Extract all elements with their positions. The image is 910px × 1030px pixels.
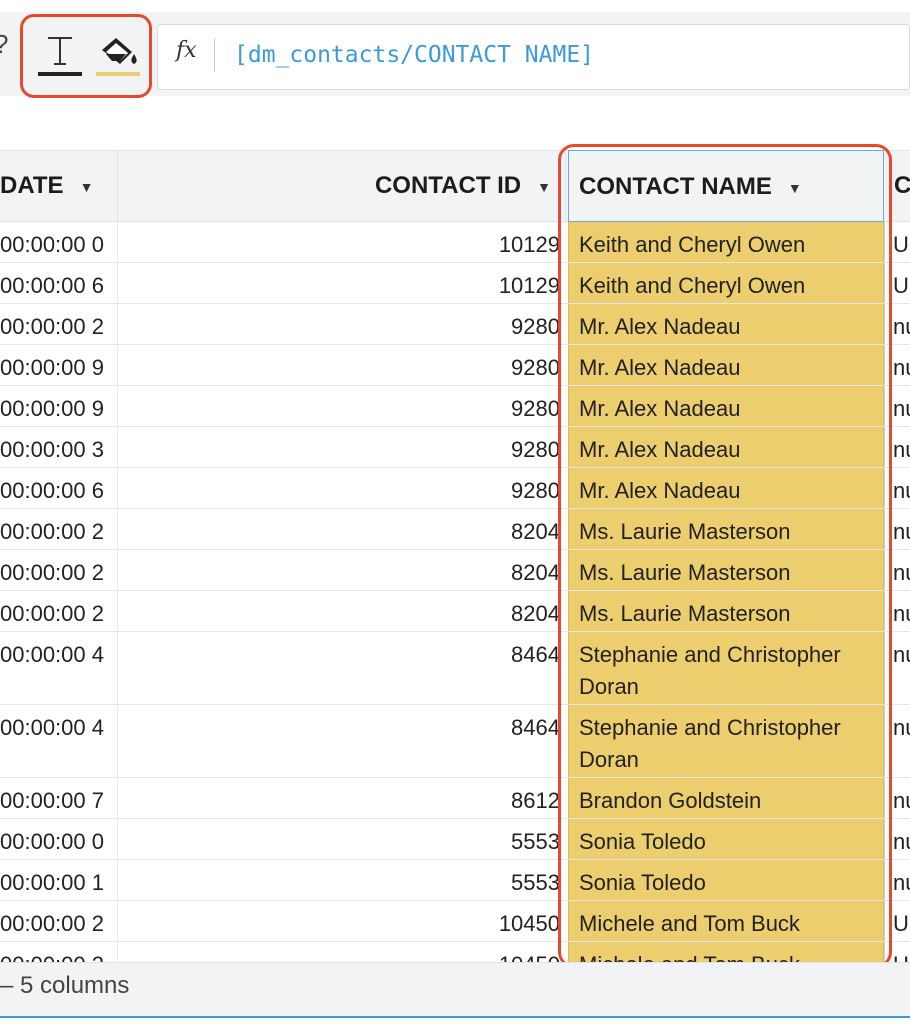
column-highlight-annotation: [558, 144, 892, 968]
cell-date[interactable]: 6 00:00:00: [0, 263, 118, 303]
cell-contact-id[interactable]: 9280: [118, 386, 568, 426]
cell-contact-id[interactable]: 5553: [118, 819, 568, 859]
cell-date[interactable]: 2 00:00:00: [0, 591, 118, 631]
column-count-text: – 5 columns: [0, 972, 130, 999]
formula-separator: [214, 38, 215, 72]
cell-date[interactable]: 9 00:00:00: [0, 345, 118, 385]
cell-contact-id[interactable]: 8204: [118, 591, 568, 631]
cell-contact-id[interactable]: 8204: [118, 509, 568, 549]
cell-date[interactable]: 0 00:00:00: [0, 222, 118, 262]
column-header-date[interactable]: DATE ▼: [0, 150, 118, 222]
cell-date[interactable]: 2 00:00:00: [0, 901, 118, 941]
cell-contact-id[interactable]: 9280: [118, 468, 568, 508]
cell-contact-id[interactable]: 8204: [118, 550, 568, 590]
toolbar-highlight-annotation: [20, 14, 152, 98]
cell-contact-id[interactable]: 10450: [118, 901, 568, 941]
chevron-down-icon[interactable]: ▼: [537, 151, 551, 223]
column-header-contact-id[interactable]: CONTACT ID ▼: [118, 150, 566, 222]
cell-date[interactable]: 2 00:00:00: [0, 550, 118, 590]
column-header-label: CONTACT ID: [374, 172, 522, 199]
cell-contact-id[interactable]: 9280: [118, 345, 568, 385]
chevron-down-icon[interactable]: ▼: [80, 151, 94, 223]
cell-date[interactable]: 4 00:00:00: [0, 705, 118, 777]
cell-contact-id[interactable]: 8464: [118, 705, 568, 777]
cell-contact-id[interactable]: 9280: [118, 427, 568, 467]
cell-contact-id[interactable]: 9280: [118, 304, 568, 344]
cell-date[interactable]: 7 00:00:00: [0, 778, 118, 818]
toolbar-partial-icon[interactable]: ?: [0, 30, 14, 58]
cell-date[interactable]: 1 00:00:00: [0, 860, 118, 900]
formula-input[interactable]: [dm_contacts/CONTACT NAME]: [234, 38, 874, 72]
cell-date[interactable]: 9 00:00:00: [0, 386, 118, 426]
cell-date[interactable]: 3 00:00:00: [0, 427, 118, 467]
cell-contact-id[interactable]: 8464: [118, 632, 568, 704]
cell-date[interactable]: 2 00:00:00: [0, 304, 118, 344]
column-header-label: DATE: [0, 172, 64, 199]
cell-contact-id[interactable]: 10129: [118, 222, 568, 262]
cell-contact-id[interactable]: 10129: [118, 263, 568, 303]
function-icon: fx: [176, 38, 197, 63]
cell-contact-id[interactable]: 5553: [118, 860, 568, 900]
cell-date[interactable]: 4 00:00:00: [0, 632, 118, 704]
cell-date[interactable]: 0 00:00:00: [0, 819, 118, 859]
cell-date[interactable]: 2 00:00:00: [0, 509, 118, 549]
cell-contact-id[interactable]: 8612: [118, 778, 568, 818]
cell-date[interactable]: 6 00:00:00: [0, 468, 118, 508]
